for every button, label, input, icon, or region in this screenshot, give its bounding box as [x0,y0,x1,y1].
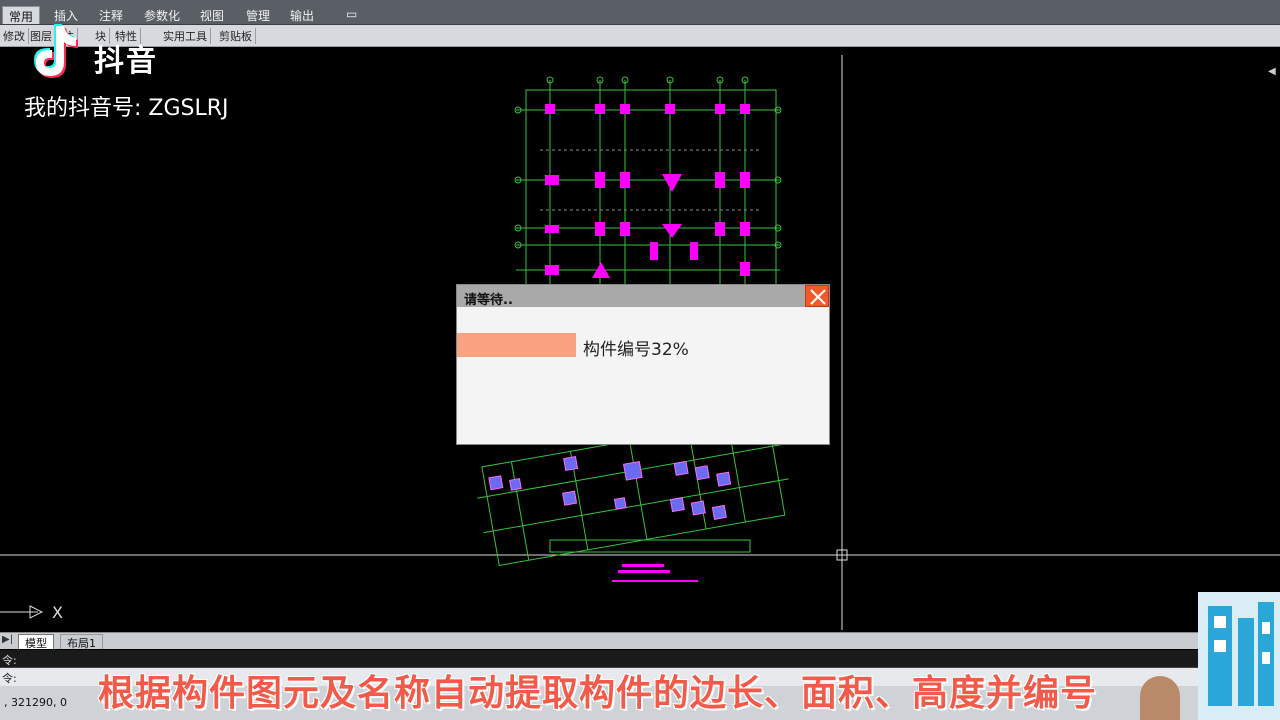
layout-tab-bar: ▶| 模型 布局1 [0,632,1200,650]
tab-parametric[interactable]: 参数化 [138,6,186,24]
command-history-text: 令: [2,654,17,667]
presenter-avatar [1140,676,1180,720]
ribbon-minimize-icon[interactable]: ▭ [340,6,363,24]
ribbon-tab-bar: 常用 插入 注释 参数化 视图 管理 输出 ▭ [0,0,1280,25]
tab-output[interactable]: 输出 [284,6,320,24]
panel-clipboard[interactable]: 剪贴板 [216,28,256,44]
dialog-titlebar[interactable]: 请等待.. [457,285,829,308]
close-button[interactable] [805,285,829,307]
progress-dialog: 请等待.. 构件编号32% [456,284,830,445]
tiktok-logo-icon [34,24,78,78]
plan-caption [612,564,698,582]
column-markers-upper [545,104,750,278]
command-prompt: 令: [2,672,17,685]
tab-layout1[interactable]: 布局1 [60,634,103,650]
dialog-title: 请等待.. [464,293,513,308]
ucs-x-label: X [52,603,63,622]
panel-utilities[interactable]: 实用工具 [160,28,211,44]
close-icon [810,289,826,305]
panel-modify[interactable]: 修改 [0,28,29,44]
tab-scroll-icon[interactable]: ▶| [2,634,13,645]
ribbon-panel-bar: 修改 图层 注 块 特性 实用工具 剪贴板 [0,25,1280,47]
plan-lower-base [549,539,751,553]
progress-label: 构件编号32% [583,340,689,360]
tab-view[interactable]: 视图 [194,6,230,24]
tab-model[interactable]: 模型 [18,634,54,650]
channel-logo-icon [1198,592,1280,720]
tab-annotate[interactable]: 注释 [93,6,129,24]
coordinate-readout: , 321290, 0 [4,696,67,709]
tab-manage[interactable]: 管理 [240,6,276,24]
video-subtitle: 根据构件图元及名称自动提取构件的边长、面积、高度并编号 [98,673,1098,714]
tiktok-account-id: 我的抖音号: ZGSLRJ [24,96,229,121]
tiktok-brand: 抖音 [94,44,158,79]
progress-bar-fill [457,333,576,357]
